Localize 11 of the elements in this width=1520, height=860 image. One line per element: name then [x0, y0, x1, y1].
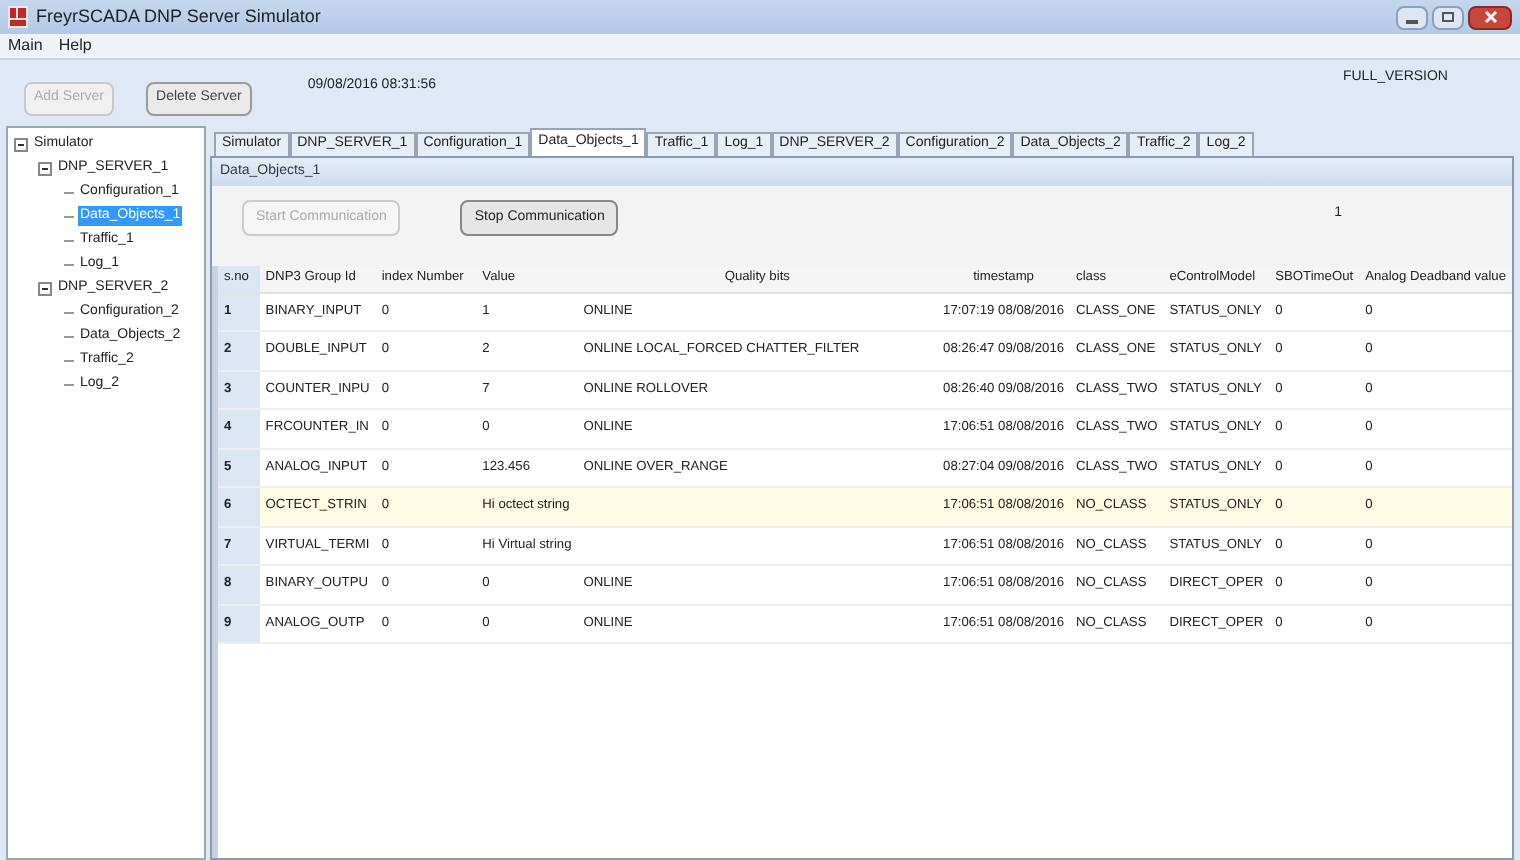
close-button[interactable] [1468, 5, 1512, 29]
window-title: FreyrSCADA DNP Server Simulator [36, 3, 321, 30]
minimize-button[interactable] [1396, 5, 1428, 29]
app-logo-icon [8, 6, 28, 28]
collapse-icon[interactable] [38, 281, 52, 295]
collapse-icon[interactable] [38, 161, 52, 175]
menu-item[interactable]: Help [58, 34, 92, 58]
close-icon [1483, 10, 1497, 24]
collapse-icon[interactable] [14, 137, 28, 151]
menu-item[interactable]: Main [8, 34, 43, 58]
restore-button[interactable] [1432, 5, 1464, 29]
